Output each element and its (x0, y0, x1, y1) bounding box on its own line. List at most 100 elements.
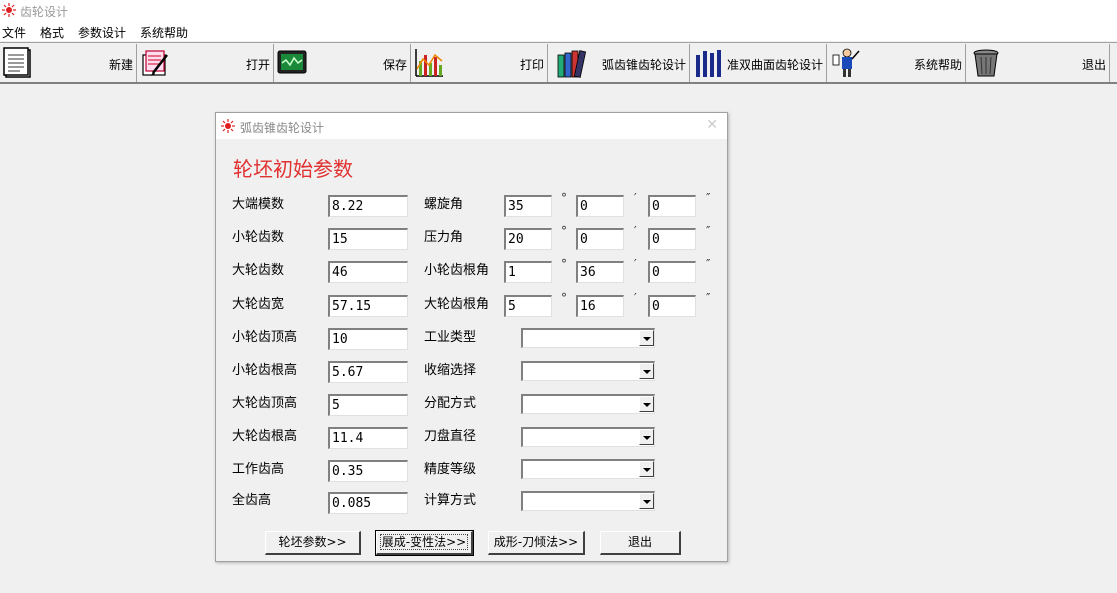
field-label: 大轮齿数 (232, 263, 285, 278)
pressure-angle-sec-input[interactable]: 0 (648, 228, 696, 250)
pinion-addendum-input[interactable]: 10 (328, 328, 408, 350)
spiral-angle-deg-input[interactable]: 35 (504, 195, 552, 217)
accuracy-grade-select[interactable] (521, 459, 655, 479)
gear-addendum-input[interactable]: 5 (328, 394, 408, 416)
field-label: 压力角 (424, 230, 464, 245)
print-button[interactable]: 打印 (411, 44, 548, 82)
degree-unit: ° (561, 224, 567, 238)
field-label: 大轮齿宽 (232, 297, 285, 312)
calculation-method-select[interactable] (521, 491, 655, 511)
hypoid-gear-label: 准双曲面齿轮设计 (726, 58, 823, 72)
spiral-bevel-gear-label: 弧齿锥齿轮设计 (601, 58, 686, 72)
books-icon (557, 50, 587, 78)
field-label: 小轮齿根高 (232, 363, 298, 378)
new-label: 新建 (108, 58, 133, 72)
pinion-root-angle-sec-input[interactable]: 0 (648, 261, 696, 283)
gear-root-angle-sec-input[interactable]: 0 (648, 295, 696, 317)
chevron-down-icon (643, 468, 651, 472)
spiral-bevel-gear-dialog: 弧齿锥齿轮设计 ✕ 轮坯初始参数 大端模数 8.22 小轮齿数 15 大轮齿数 … (215, 112, 728, 562)
chart-print-icon (415, 49, 443, 77)
pressure-angle-min-input[interactable]: 0 (576, 228, 624, 250)
minute-unit: ′ (634, 224, 637, 238)
chevron-down-icon (643, 500, 651, 504)
generating-modified-roll-button[interactable]: 展成-变性法>> (375, 530, 474, 556)
chevron-down-icon (643, 370, 651, 374)
menu-parameter-design[interactable]: 参数设计 (78, 24, 126, 41)
dropdown-button[interactable] (639, 330, 654, 346)
dropdown-button[interactable] (639, 429, 654, 445)
minute-unit: ′ (634, 191, 637, 205)
system-help-button[interactable]: 系统帮助 (829, 44, 966, 82)
button-label: 展成-变性法>> (379, 534, 469, 550)
field-label: 螺旋角 (424, 197, 464, 212)
field-label: 大轮齿根角 (424, 297, 490, 312)
menu-system-help[interactable]: 系统帮助 (140, 24, 188, 41)
field-label: 刀盘直径 (424, 429, 477, 444)
minute-unit: ′ (634, 257, 637, 271)
document-icon (3, 47, 31, 78)
pinion-root-angle-deg-input[interactable]: 1 (504, 261, 552, 283)
dropdown-button[interactable] (639, 396, 654, 412)
spiral-angle-sec-input[interactable]: 0 (648, 195, 696, 217)
save-button[interactable]: 保存 (274, 44, 411, 82)
blank-parameters-button[interactable]: 轮坯参数>> (265, 531, 361, 555)
cutter-diameter-select[interactable] (521, 427, 655, 447)
dialog-exit-button[interactable]: 退出 (600, 531, 681, 555)
print-label: 打印 (519, 58, 544, 72)
gear-root-angle-min-input[interactable]: 16 (576, 295, 624, 317)
working-depth-input[interactable]: 0.35 (328, 460, 408, 482)
window-title: 齿轮设计 (20, 5, 69, 19)
spiral-angle-min-input[interactable]: 0 (576, 195, 624, 217)
second-unit: ″ (706, 257, 711, 271)
menu-format[interactable]: 格式 (40, 24, 64, 41)
second-unit: ″ (706, 191, 711, 205)
field-label: 工作齿高 (232, 462, 285, 477)
chevron-down-icon (643, 403, 651, 407)
dropdown-button[interactable] (639, 363, 654, 379)
field-label: 收缩选择 (424, 363, 477, 378)
close-icon[interactable]: ✕ (706, 117, 718, 133)
app-sun-icon (221, 119, 235, 133)
gear-dedendum-input[interactable]: 11.4 (328, 427, 408, 449)
dropdown-button[interactable] (639, 493, 654, 509)
distribution-method-select[interactable] (521, 394, 655, 414)
exit-button[interactable]: 退出 (968, 44, 1110, 82)
new-button[interactable]: 新建 (0, 44, 137, 82)
whole-depth-input[interactable]: 0.085 (328, 492, 408, 514)
formate-tilt-method-button[interactable]: 成形-刀倾法>> (488, 531, 585, 555)
button-label: 退出 (627, 535, 652, 549)
pinion-teeth-input[interactable]: 15 (328, 228, 408, 250)
module-input[interactable]: 8.22 (328, 195, 408, 217)
field-label: 计算方式 (424, 493, 477, 508)
bar-columns-icon (696, 50, 721, 77)
gear-root-angle-deg-input[interactable]: 5 (504, 295, 552, 317)
spiral-bevel-gear-button[interactable]: 弧齿锥齿轮设计 (553, 44, 690, 82)
field-label: 大端模数 (232, 197, 285, 212)
field-label: 大轮齿顶高 (232, 396, 298, 411)
degree-unit: ° (561, 191, 567, 205)
pinion-root-angle-min-input[interactable]: 36 (576, 261, 624, 283)
field-label: 小轮齿根角 (424, 263, 490, 278)
menu-bar: 文件 格式 参数设计 系统帮助 (0, 21, 1117, 41)
field-label: 小轮齿顶高 (232, 330, 298, 345)
menu-file[interactable]: 文件 (2, 24, 26, 41)
open-button[interactable]: 打开 (137, 44, 274, 82)
taper-selection-select[interactable] (521, 361, 655, 381)
pressure-angle-deg-input[interactable]: 20 (504, 228, 552, 250)
pinion-dedendum-input[interactable]: 5.67 (328, 361, 408, 383)
face-width-input[interactable]: 57.15 (328, 295, 408, 317)
button-label: 轮坯参数>> (278, 535, 347, 549)
field-label: 大轮齿根高 (232, 429, 298, 444)
button-label: 成形-刀倾法>> (493, 535, 579, 549)
save-label: 保存 (382, 58, 407, 72)
industry-type-select[interactable] (521, 328, 655, 348)
dialog-heading: 轮坯初始参数 (233, 157, 353, 181)
trash-can-icon (973, 49, 999, 77)
hypoid-gear-button[interactable]: 准双曲面齿轮设计 (690, 44, 827, 82)
dropdown-button[interactable] (639, 461, 654, 477)
title-bar: 齿轮设计 (0, 0, 1117, 21)
gear-teeth-input[interactable]: 46 (328, 261, 408, 283)
field-label: 精度等级 (424, 462, 477, 477)
second-unit: ″ (706, 224, 711, 238)
dialog-title-bar: 弧齿锥齿轮设计 ✕ (216, 113, 727, 139)
